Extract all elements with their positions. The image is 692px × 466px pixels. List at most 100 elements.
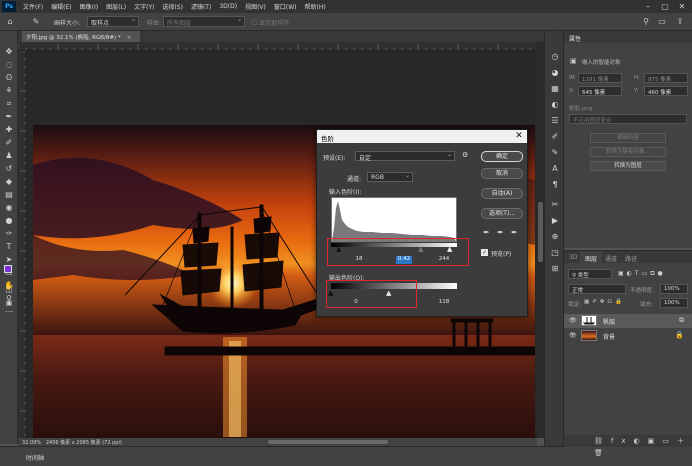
tab-layers[interactable]: 图层 [580,251,603,263]
y-field[interactable]: 460 像素 [644,86,688,96]
convert-to-linked-button[interactable]: 转换为链接对象... [590,147,666,157]
history-brush-icon[interactable]: ↺ [3,164,15,174]
search-icon[interactable]: ⚲ [640,16,652,27]
home-icon[interactable]: ⌂ [4,16,16,27]
share-icon[interactable]: ⇪ [674,16,686,27]
timeline-label[interactable]: 时间轴 [26,453,44,462]
clone-stamp-icon[interactable]: ♟ [3,151,15,161]
document-tab[interactable]: 夕阳.jpg @ 32.1% (帆船, RGB/8#) * × [22,31,140,42]
foreground-color-swatch[interactable] [4,265,12,273]
screen-mode-icon[interactable]: ▣ [3,298,15,308]
color-panel-icon[interactable]: ◕ [549,67,561,79]
actions-panel-icon[interactable]: ▶ [549,215,561,227]
eraser-tool-icon[interactable]: ◆ [3,177,15,187]
layer-comp-dropdown[interactable]: 不应用图层复合 [569,114,687,124]
show-sampling-ring-checkbox[interactable]: ☐ 显示取样环 [252,18,289,27]
minimize-icon[interactable]: – [640,0,656,13]
libraries-panel-icon[interactable]: ☰ [549,115,561,127]
lock-icons[interactable]: ▦✐✥⊡🔒 [584,299,625,305]
menu-view[interactable]: 视图(V) [241,2,270,11]
path-select-icon[interactable]: ➤ [3,255,15,265]
convert-to-layers-button[interactable]: 转换为图层 [590,161,666,171]
auto-button[interactable]: 自动(A) [481,188,523,199]
preset-options-gear-icon[interactable]: ⚙ [462,151,468,159]
menu-image[interactable]: 图像(I) [76,2,102,11]
visibility-eye-icon[interactable]: 👁 [569,317,577,324]
gradient-tool-icon[interactable]: ▤ [3,190,15,200]
horizontal-scroll-thumb[interactable] [268,440,388,444]
edit-contents-button[interactable]: 编辑内容 [590,133,666,143]
menu-filter[interactable]: 滤镜(T) [187,2,215,11]
move-tool-icon[interactable]: ✥ [3,47,15,57]
workspace-icon[interactable]: ▭ [656,16,668,27]
vertical-scroll-thumb[interactable] [538,202,543,262]
menu-type[interactable]: 文字(Y) [130,2,158,11]
info-panel-icon[interactable]: ⊞ [549,263,561,275]
fill-field[interactable]: 100% [660,298,688,308]
history-panel-icon[interactable]: ◷ [549,51,561,63]
close-window-icon[interactable]: ✕ [674,0,690,13]
menu-help[interactable]: 帮助(H) [301,2,330,11]
lasso-tool-icon[interactable]: ʘ [3,73,15,83]
brush-panel-icon[interactable]: ✐ [549,131,561,143]
properties-tab[interactable]: 属性 [564,31,586,43]
x-field[interactable]: 645 像素 [578,86,622,96]
layer-name[interactable]: 背景 [603,332,615,341]
sample-size-dropdown[interactable]: 取样点 [87,16,139,27]
paragraph-panel-icon[interactable]: ¶ [549,179,561,191]
eyedropper-tool-icon[interactable]: ✒ [3,112,15,122]
menu-window[interactable]: 窗口(W) [270,2,301,11]
opacity-field[interactable]: 100% [660,284,688,294]
tab-paths[interactable]: 路径 [620,251,642,263]
height-field[interactable]: 975 像素 [644,73,688,83]
maximize-icon[interactable]: ▢ [657,0,673,13]
white-point-eyedropper-icon[interactable]: ✒ [511,228,518,237]
clone-source-icon[interactable]: ⊕ [549,231,561,243]
tool-presets-icon[interactable]: ✂ [549,199,561,211]
tab-channels[interactable]: 通道 [600,251,622,263]
cancel-button[interactable]: 取消 [481,168,523,179]
output-white-field[interactable]: 118 [435,299,453,307]
blur-tool-icon[interactable]: ◉ [3,203,15,213]
navigator-icon[interactable]: ◳ [549,247,561,259]
close-icon[interactable]: ✕ [514,130,524,143]
blend-mode-dropdown[interactable]: 正常 [568,284,626,294]
layer-filter-icons[interactable]: ▣◐T▭⧉● [618,270,666,278]
dodge-tool-icon[interactable]: ● [3,216,15,226]
menu-3d[interactable]: 3D(D) [215,3,241,10]
canvas-vertical-scrollbar[interactable] [537,42,544,438]
ok-button[interactable]: 确定 [481,151,523,162]
healing-brush-icon[interactable]: ✚ [3,125,15,135]
channel-dropdown[interactable]: RGB [367,172,413,182]
black-point-eyedropper-icon[interactable]: ✒ [483,228,490,237]
quick-select-tool-icon[interactable]: ⚘ [3,86,15,96]
close-tab-icon[interactable]: × [127,35,132,41]
brush-tool-icon[interactable]: ✐ [3,138,15,148]
menu-file[interactable]: 文件(F) [19,2,47,11]
preset-dropdown[interactable]: 自定 [355,151,455,162]
more-tools-icon[interactable]: ⋯ [3,307,15,317]
layer-row[interactable]: 👁 背景 🔒 [564,329,692,343]
preview-checkbox[interactable]: ✓ [481,249,488,256]
gray-point-eyedropper-icon[interactable]: ✒ [497,228,504,237]
quick-mask-icon[interactable]: ◫ [3,285,15,295]
visibility-eye-icon[interactable]: 👁 [569,332,577,339]
brush-settings-icon[interactable]: ✎ [549,147,561,159]
width-field[interactable]: 1191 像素 [578,73,622,83]
options-button[interactable]: 选项(T)... [481,208,523,219]
adjustments-panel-icon[interactable]: ◐ [549,99,561,111]
character-panel-icon[interactable]: A [549,163,561,175]
layer-name[interactable]: 帆船 [603,317,615,326]
layers-footer-icons[interactable]: ⛓fx◐▣▭＋🗑 [564,435,692,457]
eyedropper-icon[interactable]: ✎ [30,16,42,27]
type-tool-icon[interactable]: T [3,242,15,252]
menu-layer[interactable]: 图层(L) [102,2,130,11]
marquee-tool-icon[interactable]: ◌ [3,60,15,70]
swatches-panel-icon[interactable]: ▦ [549,83,561,95]
layer-filter-dropdown[interactable]: ⚲ 类型 [568,269,612,279]
layer-row[interactable]: 👁 帆船 ⧉ [564,314,692,328]
pen-tool-icon[interactable]: ✑ [3,229,15,239]
sample-dropdown[interactable]: 所有图层 [163,16,245,27]
menu-edit[interactable]: 编辑(E) [47,2,75,11]
crop-tool-icon[interactable]: ⌗ [3,99,15,109]
